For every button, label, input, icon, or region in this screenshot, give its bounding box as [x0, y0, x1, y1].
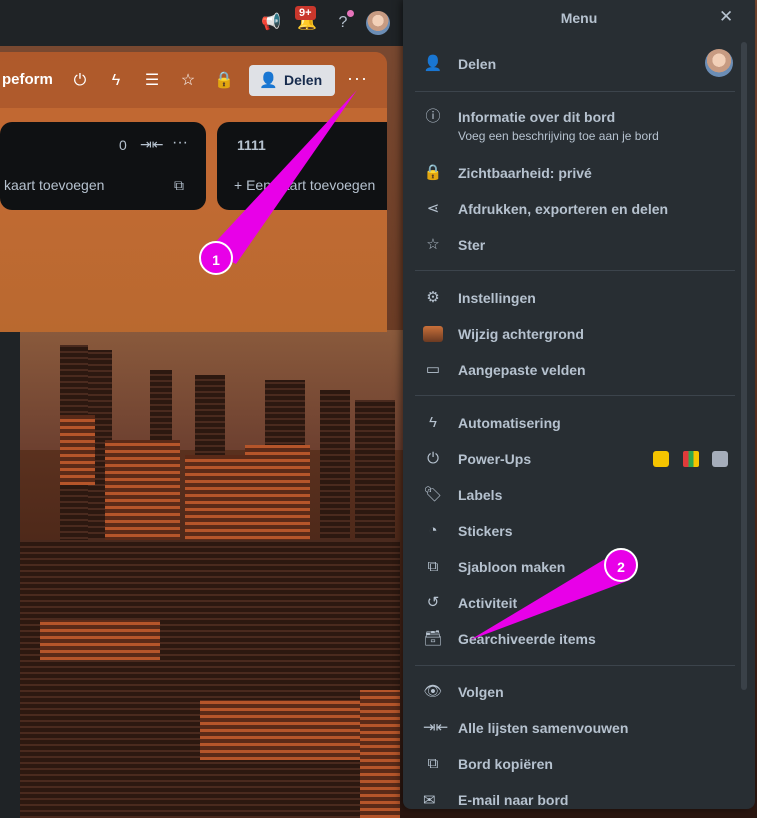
annotation-arrow-1: [208, 90, 357, 264]
annotation-marker-2: 2: [604, 548, 638, 582]
annotation-arrows: [208, 90, 630, 640]
annotation-marker-1: 1: [199, 241, 233, 275]
